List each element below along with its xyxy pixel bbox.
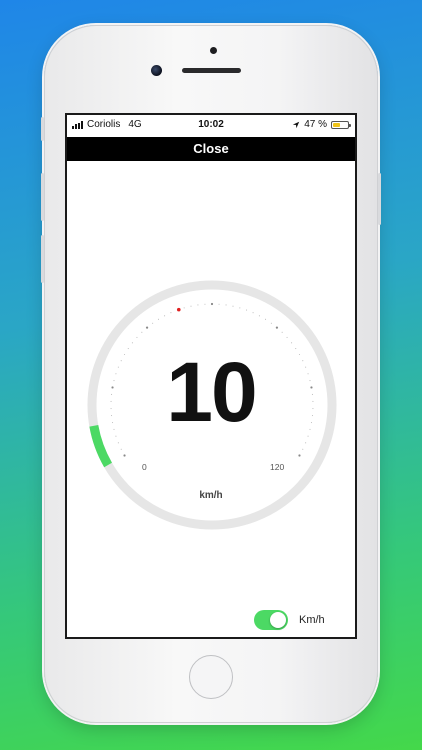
gauge-tick bbox=[157, 318, 160, 320]
front-camera-icon bbox=[151, 65, 162, 76]
gauge-marker bbox=[176, 307, 181, 312]
gauge-tick bbox=[204, 303, 206, 305]
unit-toggle[interactable] bbox=[254, 610, 288, 630]
earpiece-speaker bbox=[182, 68, 241, 73]
unit-toggle-row: Km/h bbox=[254, 610, 325, 630]
mute-switch bbox=[41, 117, 44, 141]
gauge-tick bbox=[131, 342, 133, 344]
gauge-tick bbox=[170, 312, 172, 314]
gauge-tick bbox=[225, 304, 227, 306]
gauge-tick bbox=[302, 448, 304, 450]
gauge-tick bbox=[127, 347, 129, 350]
gauge-tick bbox=[141, 331, 143, 333]
gauge-tick bbox=[264, 318, 267, 320]
gauge-tick bbox=[115, 435, 117, 437]
gauge-tick bbox=[281, 331, 283, 333]
power-button bbox=[378, 173, 381, 225]
gauge-tick bbox=[136, 336, 138, 338]
gauge-tick bbox=[258, 315, 260, 317]
gauge-tick bbox=[232, 305, 234, 307]
gauge-tick bbox=[275, 326, 279, 329]
volume-down-button bbox=[41, 235, 44, 283]
gauge-tick bbox=[295, 347, 297, 350]
gauge-tick bbox=[307, 435, 309, 437]
gauge-tick bbox=[210, 302, 214, 306]
gauge-tick bbox=[298, 454, 301, 457]
proximity-sensor bbox=[210, 47, 217, 54]
gauge-tick bbox=[123, 454, 126, 457]
gauge-tick bbox=[117, 442, 119, 444]
gauge-tick bbox=[120, 448, 122, 450]
speed-unit: km/h bbox=[199, 490, 223, 501]
gauge-min-label: 0 bbox=[142, 462, 147, 472]
gauge-tick bbox=[239, 307, 241, 309]
phone-frame: Coriolis 4G 10:02 47 % Close 10 0 120 km… bbox=[41, 25, 381, 723]
gauge-tick bbox=[218, 303, 220, 305]
gauge-tick bbox=[145, 326, 149, 329]
gauge-tick bbox=[183, 307, 185, 309]
gauge-tick bbox=[152, 322, 154, 324]
gauge-tick bbox=[305, 442, 307, 444]
toggle-knob bbox=[270, 612, 286, 628]
volume-up-button bbox=[41, 173, 44, 221]
gauge-max-label: 120 bbox=[270, 462, 285, 472]
gauge-tick bbox=[190, 305, 192, 307]
gauge-tick bbox=[270, 322, 272, 324]
gauge-tick bbox=[197, 304, 199, 306]
gauge-tick bbox=[291, 342, 293, 344]
gauge-tick bbox=[245, 309, 248, 311]
gauge-tick bbox=[286, 336, 288, 338]
gauge-tick bbox=[164, 315, 166, 317]
speed-value: 10 bbox=[166, 345, 257, 439]
gauge-tick bbox=[252, 312, 254, 314]
unit-toggle-label: Km/h bbox=[299, 614, 325, 626]
app-screen: Coriolis 4G 10:02 47 % Close 10 0 120 km… bbox=[65, 113, 357, 639]
home-button[interactable] bbox=[189, 655, 233, 699]
